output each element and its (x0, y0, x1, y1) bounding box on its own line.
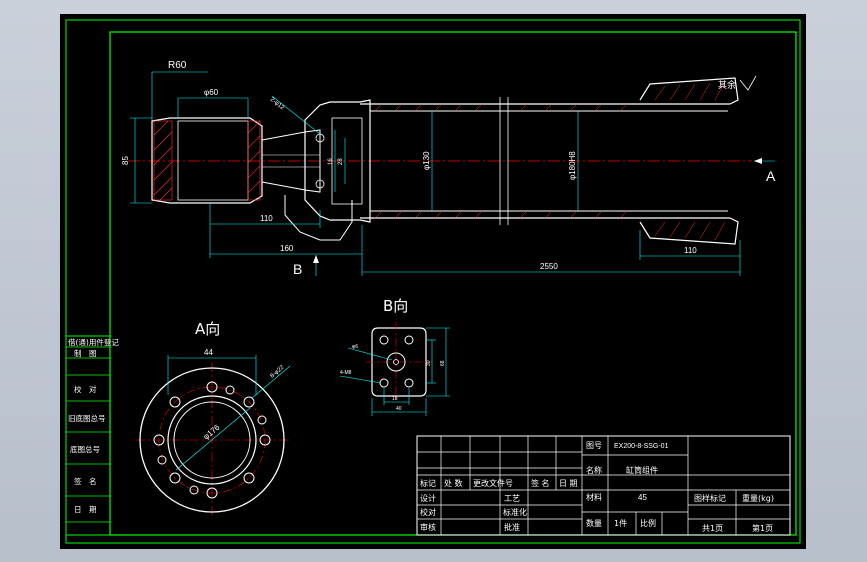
section-a-label: A (766, 168, 776, 184)
tb-scale-label: 比例 (640, 518, 656, 528)
dim-2550: 2550 (540, 262, 558, 271)
dim-160: 160 (280, 244, 294, 253)
strip-label-6: 签 名 (74, 476, 97, 486)
tb-name: 缸筒组件 (626, 465, 658, 475)
view-b-dim-18: 18 (392, 396, 398, 402)
tb-drawing-no: EX200-8-SSG-01 (614, 443, 669, 450)
dim-d60: φ60 (204, 88, 219, 97)
view-b-dim-30: 30 (426, 360, 432, 366)
strip-label-7: 日 期 (74, 505, 97, 514)
radius-label: R60 (168, 60, 187, 71)
tb-approve: 批准 (504, 522, 520, 532)
dim-85: 85 (121, 156, 130, 165)
strip-label-1: 制 图 (74, 348, 97, 358)
tb-drawing-no-label: 图号 (586, 441, 602, 450)
view-a-dim-44: 44 (204, 348, 213, 357)
section-b-label: B (293, 261, 302, 277)
view-b-dim-hole: φ6 (352, 344, 358, 350)
tb-stage-label: 图样标记 (694, 493, 726, 503)
view-b-title: B向 (383, 297, 408, 315)
tb-check: 校对 (420, 507, 436, 517)
tb-quantity: 1件 (614, 518, 627, 528)
view-b-dim-68: 68 (440, 360, 446, 366)
dim-16: 16 (328, 158, 334, 165)
tb-rev-col-4: 签 名 (531, 478, 550, 488)
tb-rev-col-1: 标记 (420, 478, 436, 488)
tb-material: 45 (638, 493, 647, 502)
view-b-dim-40: 40 (396, 406, 402, 412)
dim-d130: φ130 (422, 151, 431, 170)
strip-label-3: 校 对 (74, 384, 97, 394)
cad-drawing: R60 φ60 85 110 160 φ130 φ180H8 2550 110 … (60, 14, 806, 549)
roughness-note: 其余 (718, 79, 736, 91)
tb-rev-col-3: 更改文件号 (473, 478, 513, 488)
tb-review: 审核 (420, 522, 436, 532)
dim-28: 28 (338, 158, 344, 165)
tb-design: 设计 (420, 493, 436, 503)
tb-material-label: 材料 (586, 492, 602, 502)
tb-process: 工艺 (504, 494, 520, 503)
tb-standard: 标准化 (503, 507, 527, 517)
dim-110-right: 110 (684, 246, 697, 255)
strip-label-5: 底图总号 (70, 444, 100, 454)
tb-name-label: 名称 (586, 465, 602, 475)
strip-label-4: 旧底图总号 (68, 413, 106, 423)
drawing-canvas (60, 14, 806, 549)
tb-page: 第1页 (752, 523, 773, 533)
strip-label-0: 借(通)用件登记 (68, 337, 119, 347)
tb-weight-label: 重量(kg) (742, 493, 774, 503)
dim-bore: φ180H8 (568, 151, 577, 180)
view-b-dim-thread: 4-M8 (340, 370, 352, 376)
view-a-title: A向 (195, 320, 220, 338)
tb-quantity-label: 数量 (586, 518, 602, 528)
dim-110-left: 110 (260, 214, 273, 223)
tb-total-pages: 共1页 (702, 524, 723, 533)
tb-rev-col-5: 日 期 (559, 479, 578, 488)
tb-rev-col-2: 处 数 (444, 478, 463, 488)
